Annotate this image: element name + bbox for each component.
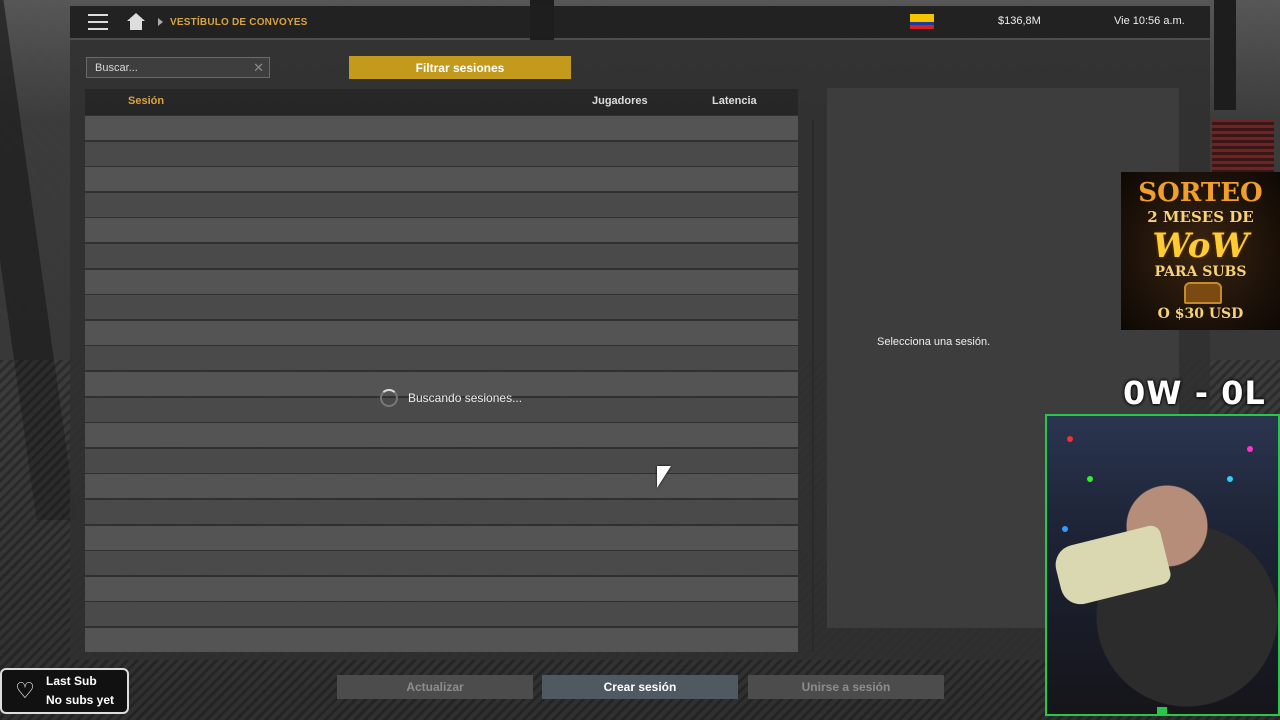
bottle (1051, 523, 1173, 609)
table-row[interactable] (85, 551, 798, 576)
spinner-icon (380, 389, 398, 407)
mouse-cursor-icon (657, 466, 671, 488)
table-row[interactable] (85, 627, 798, 652)
breadcrumb[interactable]: VESTÍBULO DE CONVOYES (170, 17, 308, 28)
table-row[interactable] (85, 167, 798, 192)
webcam-feed (1045, 414, 1280, 716)
table-row[interactable] (85, 602, 798, 627)
loading-indicator: Buscando sesiones... (380, 389, 522, 407)
table-row[interactable] (85, 346, 798, 371)
table-row[interactable] (85, 576, 798, 601)
money-balance: $136,8M (998, 15, 1041, 27)
table-row[interactable] (85, 243, 798, 268)
last-sub-label: Last Sub (46, 674, 97, 688)
last-sub-value: No subs yet (46, 693, 115, 707)
giveaway-banner: SORTEO 2 MESES DE WoW PARA SUBS O $30 US… (1121, 172, 1280, 330)
clear-search-icon[interactable]: ✕ (253, 60, 264, 76)
chevron-right-icon (158, 18, 163, 26)
table-row[interactable] (85, 448, 798, 473)
table-row[interactable] (85, 269, 798, 294)
ecuador-flag-icon (910, 14, 934, 29)
join-session-button[interactable]: Unirse a sesión (748, 675, 944, 699)
search-placeholder: Buscar... (95, 62, 138, 74)
create-session-button[interactable]: Crear sesión (542, 675, 738, 699)
column-players[interactable]: Jugadores (592, 95, 648, 107)
table-row[interactable] (85, 141, 798, 166)
panel-divider (812, 120, 814, 652)
heart-icon: ♡ (15, 678, 35, 703)
table-row[interactable] (85, 116, 798, 140)
convoy-lobby-panel: Buscar... ✕ Filtrar sesiones Sesión Juga… (70, 40, 1210, 660)
treasure-chest-icon (1184, 282, 1222, 304)
detail-placeholder: Selecciona una sesión. (877, 336, 991, 348)
table-row[interactable] (85, 295, 798, 320)
loading-text: Buscando sesiones... (408, 391, 523, 405)
giveaway-line: O $30 USD (1157, 306, 1244, 322)
column-latency[interactable]: Latencia (712, 95, 757, 107)
giveaway-line: PARA SUBS (1154, 264, 1247, 280)
table-row[interactable] (85, 192, 798, 217)
red-vent (1212, 120, 1274, 176)
giveaway-line: 2 MESES DE (1147, 208, 1254, 226)
table-row[interactable] (85, 423, 798, 448)
search-input[interactable]: Buscar... ✕ (86, 57, 270, 78)
table-row[interactable] (85, 499, 798, 524)
sessions-table: Sesión Jugadores Latencia Buscando sesio… (85, 89, 798, 653)
table-header: Sesión Jugadores Latencia (85, 89, 798, 115)
table-row[interactable] (85, 218, 798, 243)
giveaway-title: SORTEO (1138, 178, 1263, 208)
column-session[interactable]: Sesión (128, 95, 164, 107)
table-row[interactable] (85, 525, 798, 550)
webcam-marker (1157, 707, 1167, 714)
table-row[interactable] (85, 474, 798, 499)
hamburger-menu-icon[interactable] (88, 14, 108, 30)
win-loss-score: 0W - 0L (1123, 374, 1266, 412)
refresh-button[interactable]: Actualizar (337, 675, 533, 699)
top-bar: VESTÍBULO DE CONVOYES $136,8M Vie 10:56 … (70, 6, 1210, 38)
last-sub-widget: ♡ Last Sub No subs yet (0, 668, 129, 714)
table-row[interactable] (85, 320, 798, 345)
giveaway-brand: WoW (1152, 226, 1249, 266)
home-icon[interactable] (126, 13, 146, 31)
table-rows (85, 116, 798, 653)
clock: Vie 10:56 a.m. (1114, 15, 1185, 27)
filter-sessions-button[interactable]: Filtrar sesiones (349, 56, 571, 79)
